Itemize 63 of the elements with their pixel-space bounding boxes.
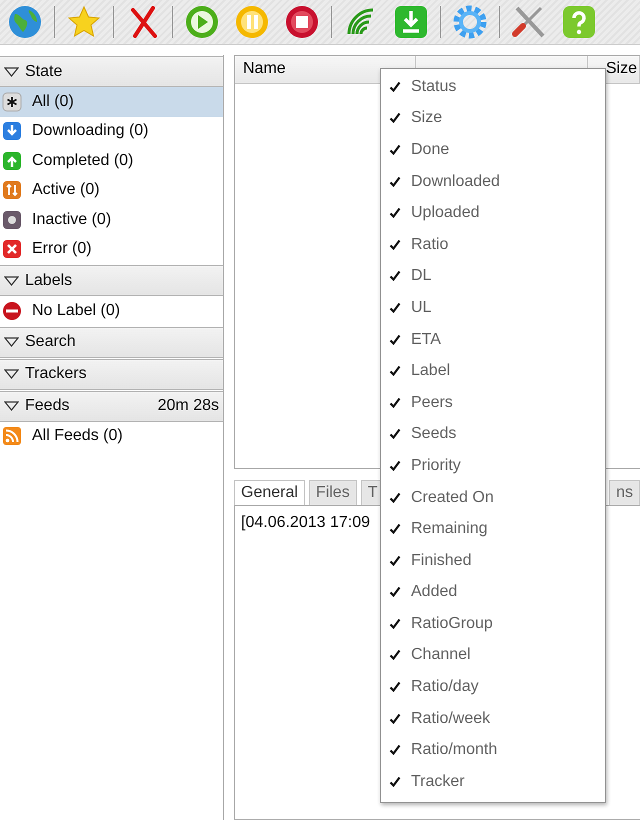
menu-item[interactable]: Remaining <box>381 513 605 545</box>
menu-item[interactable]: Peers <box>381 386 605 419</box>
sidebar-item[interactable]: All (0) <box>0 87 223 116</box>
menu-item[interactable]: Channel <box>381 640 605 672</box>
collapse-icon <box>4 369 19 379</box>
section-title: Feeds <box>25 397 70 415</box>
sidebar-item[interactable]: Error (0) <box>0 234 223 264</box>
error-icon <box>2 239 22 260</box>
collapse-icon <box>4 401 19 411</box>
globe-icon <box>7 4 43 40</box>
arrows-icon <box>2 180 22 200</box>
download-icon <box>393 4 429 40</box>
sidebar-item[interactable]: No Label (0) <box>0 296 223 326</box>
tab[interactable]: Files <box>308 480 357 505</box>
menu-item[interactable]: Ratio/month <box>381 734 605 766</box>
menu-item[interactable]: Label <box>381 355 605 387</box>
menu-item[interactable]: Added <box>381 576 605 608</box>
upload-icon <box>2 150 22 171</box>
menu-item[interactable]: Done <box>381 134 605 166</box>
rss-icon <box>2 426 22 446</box>
menu-item[interactable]: Tracker <box>381 766 605 798</box>
tab[interactable]: ns <box>609 480 640 505</box>
sidebar-item[interactable]: Inactive (0) <box>0 205 223 234</box>
section-title: Trackers <box>25 365 88 383</box>
menu-item[interactable]: Downloaded <box>381 166 605 198</box>
menu-item[interactable]: Uploaded <box>381 197 605 229</box>
section-header[interactable]: Trackers <box>0 358 223 390</box>
play-icon <box>184 4 220 40</box>
feed-timer: 20m 28s <box>158 397 219 415</box>
tools-icon <box>511 4 547 40</box>
menu-item[interactable]: Ratio <box>381 228 605 261</box>
asterisk-icon <box>2 92 22 112</box>
menu-item[interactable]: UL <box>381 292 605 324</box>
collapse-icon <box>4 66 19 76</box>
menu-item[interactable]: Ratio/day <box>381 671 605 703</box>
settings-icon <box>452 4 488 40</box>
no-entry-icon <box>2 300 22 321</box>
log-line: [04.06.2013 17:09 <box>241 514 370 531</box>
section-header[interactable]: Search <box>0 326 223 358</box>
help-icon <box>561 4 597 40</box>
sidebar-item[interactable]: Completed (0) <box>0 146 223 176</box>
menu-item[interactable]: RatioGroup <box>381 608 605 640</box>
section-title: Labels <box>25 272 74 290</box>
menu-item[interactable]: Priority <box>381 450 605 482</box>
collapse-icon <box>4 337 19 347</box>
menu-item[interactable]: Ratio/week <box>381 702 605 734</box>
pause-icon <box>234 4 270 40</box>
section-header[interactable]: Feeds 20m 28s <box>0 390 223 422</box>
section-header[interactable]: Labels <box>0 265 223 296</box>
section-header[interactable]: State <box>0 56 223 87</box>
section-title: State <box>25 62 64 80</box>
section-title: Search <box>25 333 77 351</box>
collapse-icon <box>4 276 19 286</box>
download-icon <box>2 121 22 142</box>
sidebar-item[interactable]: All Feeds (0) <box>0 422 223 451</box>
sidebar-item[interactable]: Downloading (0) <box>0 116 223 146</box>
menu-item[interactable]: Seeds <box>381 418 605 450</box>
sidebar-item[interactable]: Active (0) <box>0 176 223 205</box>
menu-item[interactable]: ETA <box>381 324 605 356</box>
tab[interactable]: General <box>234 480 305 505</box>
menu-item[interactable]: DL <box>381 260 605 292</box>
menu-item[interactable]: Finished <box>381 544 605 576</box>
menu-item[interactable]: Size <box>381 102 605 134</box>
